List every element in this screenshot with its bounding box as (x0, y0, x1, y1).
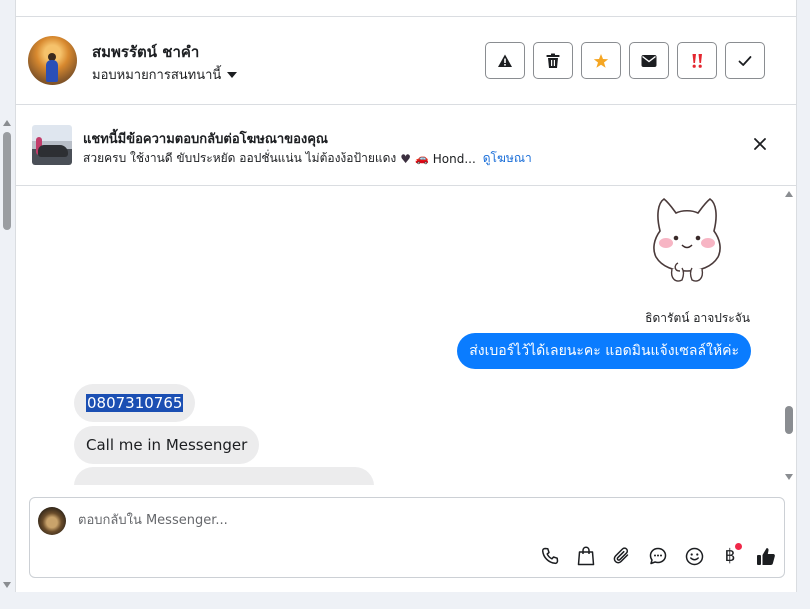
follow-up-button[interactable] (677, 42, 717, 79)
header-actions (485, 42, 765, 79)
top-divider (16, 0, 796, 17)
payment-button[interactable]: ฿ (718, 543, 742, 568)
paperclip-icon (613, 547, 629, 564)
shopping-bag-icon (577, 546, 595, 566)
incoming-message-bubble-partial[interactable] (74, 467, 374, 485)
chat-scroll-down-icon[interactable] (785, 474, 793, 480)
chat-bubble-icon (649, 547, 667, 565)
cat-sticker (653, 198, 721, 282)
assign-label: มอบหมายการสนทนานี้ (92, 68, 222, 83)
warning-icon (498, 54, 512, 67)
notification-dot (735, 543, 742, 550)
like-button[interactable] (754, 544, 778, 568)
conversation-panel: สมพรรัตน์ ชาคำ มอบหมายการสนทนานี้ แชทนี้… (15, 0, 797, 592)
report-spam-button[interactable] (485, 42, 525, 79)
close-banner-button[interactable] (752, 136, 768, 152)
mark-done-button[interactable] (725, 42, 765, 79)
urgent-icon (692, 53, 702, 68)
thumbs-up-icon (757, 547, 775, 565)
ad-banner-subtitle: สวยครบ ใช้งานดี ขับประหยัด ออปชั่นแน่น ไ… (83, 149, 532, 168)
call-icon (541, 547, 559, 565)
chat-scrollbar-thumb[interactable] (785, 406, 793, 434)
emoji-icon (685, 547, 703, 565)
chat-scrollbar[interactable] (782, 187, 796, 485)
star-button[interactable] (581, 42, 621, 79)
page-scrollbar[interactable] (0, 116, 14, 594)
check-icon (738, 55, 752, 66)
call-button[interactable] (538, 544, 562, 568)
message-thread[interactable]: ธิดารัตน์ อาจประจัน ส่งเบอร์ไว้ได้เลยนะค… (16, 187, 796, 485)
star-icon (593, 53, 609, 68)
saved-replies-button[interactable] (646, 544, 670, 568)
scroll-down-arrow-icon[interactable] (3, 582, 11, 588)
contact-avatar[interactable] (28, 36, 77, 85)
scroll-up-arrow-icon[interactable] (3, 120, 11, 126)
car-emoji-icon: 🚗 (415, 152, 429, 165)
contact-name[interactable]: สมพรรัตน์ ชาคำ (92, 40, 199, 64)
assign-conversation-dropdown[interactable]: มอบหมายการสนทนานี้ (92, 64, 238, 85)
view-ad-link[interactable]: ดูโฆษณา (483, 149, 532, 168)
delete-button[interactable] (533, 42, 573, 79)
mark-unread-button[interactable] (629, 42, 669, 79)
ad-banner-title: แชทนี้มีข้อความตอบกลับต่อโฆษณาของคุณ (83, 132, 328, 147)
page-avatar (38, 507, 66, 535)
outgoing-message-bubble[interactable]: ส่งเบอร์ไว้ได้เลยนะคะ แอดมินแจ้งเซลล์ให้… (457, 333, 751, 369)
scrollbar-thumb[interactable] (3, 132, 11, 230)
envelope-icon (641, 54, 657, 67)
shop-button[interactable] (574, 544, 598, 568)
phone-number-text[interactable]: 0807310765 (86, 394, 184, 412)
caret-down-icon (227, 71, 238, 78)
emoji-button[interactable] (682, 544, 706, 568)
close-icon (754, 138, 766, 150)
ad-reply-banner: แชทนี้มีข้อความตอบกลับต่อโฆษณาของคุณ สวย… (16, 106, 796, 186)
trash-icon (546, 53, 560, 68)
heart-emoji-icon: ♥ (400, 151, 412, 166)
sender-name: ธิดารัตน์ อาจประจัน (645, 311, 750, 325)
chat-scroll-up-icon[interactable] (785, 191, 793, 197)
ad-subtitle-text: สวยครบ ใช้งานดี ขับประหยัด ออปชั่นแน่น ไ… (83, 151, 397, 165)
composer-toolbar: ฿ (538, 543, 778, 568)
reply-composer: ฿ (29, 497, 785, 578)
ad-subtitle-tail: Hond... (432, 151, 476, 166)
baht-payment-icon: ฿ (724, 546, 736, 566)
incoming-message-bubble[interactable]: 0807310765 (74, 384, 196, 422)
conversation-header: สมพรรัตน์ ชาคำ มอบหมายการสนทนานี้ (16, 17, 796, 105)
reply-input[interactable] (78, 509, 578, 531)
incoming-message-bubble[interactable]: Call me in Messenger (74, 426, 260, 464)
attach-button[interactable] (610, 544, 634, 568)
ad-thumbnail[interactable] (32, 125, 72, 165)
